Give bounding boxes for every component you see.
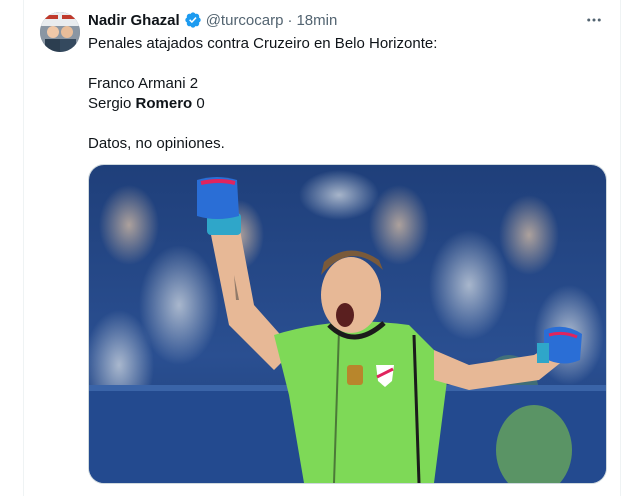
tweet-card[interactable]: Nadir Ghazal @turcocarp · 18min Penales … [24,0,620,496]
more-horizontal-icon[interactable] [584,12,604,28]
tweet-line-3-bold: Romero [135,95,193,112]
tweet-line-3-suffix: 0 [192,95,205,112]
author-handle[interactable]: @turcocarp [206,12,284,29]
header-separator: · [287,11,293,29]
author-name[interactable]: Nadir Ghazal [88,12,180,29]
tweet-line-1: Penales atajados contra Cruzeiro en Belo… [88,35,438,52]
tweet-line-4: Datos, no opiniones. [88,135,225,152]
verified-badge-icon [184,11,202,29]
timeline-divider-right [620,0,621,496]
tweet-timestamp[interactable]: 18min [296,12,337,29]
tweet-line-3-prefix: Sergio [88,95,136,112]
tweet-line-2: Franco Armani 2 [88,75,199,92]
tweet-text: Penales atajados contra Cruzeiro en Belo… [88,34,598,154]
tweet-header: Nadir Ghazal @turcocarp · 18min [88,10,337,30]
tweet-line-3: Sergio Romero 0 [88,94,598,114]
goalkeeper-celebration-image [89,165,606,483]
avatar[interactable] [40,12,80,52]
tweet-photo[interactable] [88,164,607,484]
